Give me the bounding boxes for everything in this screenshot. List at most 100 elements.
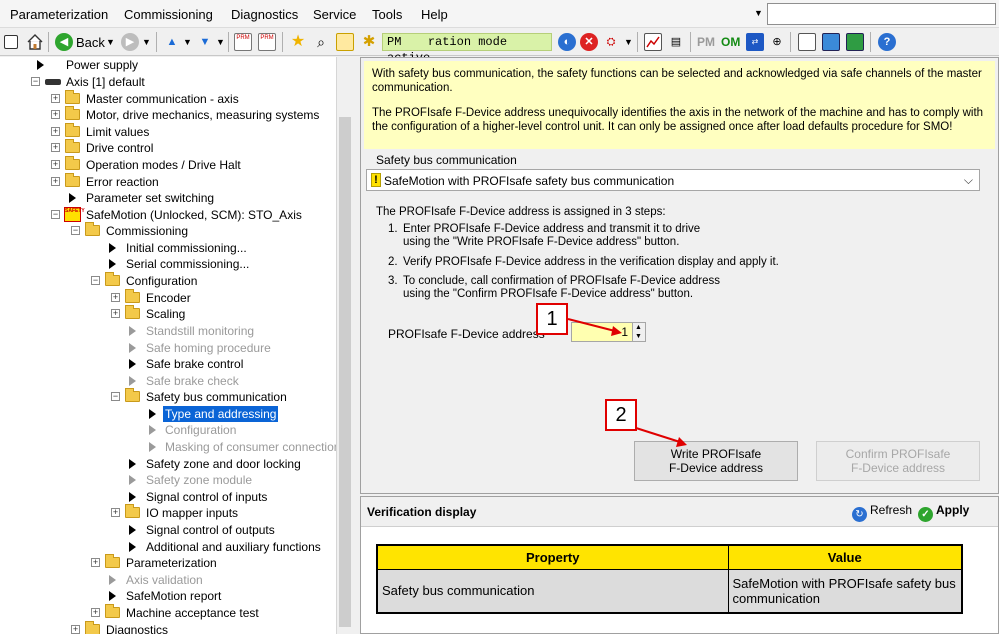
f-device-address-input[interactable]: 1 — [571, 322, 633, 342]
menubar: Parameterization Commissioning Diagnosti… — [0, 0, 999, 28]
folder-icon — [125, 305, 140, 319]
binoculars-icon[interactable]: ⌕ — [312, 33, 330, 51]
safety-bus-select[interactable]: ! SafeMotion with PROFIsafe safety bus c… — [366, 169, 980, 191]
info-paragraph-2: The PROFIsafe F-Device address unequivoc… — [372, 107, 984, 133]
table-icon[interactable] — [336, 33, 354, 51]
network-icon[interactable]: ⇄ — [746, 33, 764, 51]
folder-icon — [105, 554, 120, 568]
device-icon[interactable]: ⛭ — [602, 33, 620, 51]
down-arrow-icon[interactable]: ▼ — [196, 33, 214, 51]
up-arrow-icon[interactable]: ▲ — [163, 33, 181, 51]
callout-2: 2 — [605, 399, 637, 431]
layout-icon[interactable] — [822, 33, 840, 51]
folder-icon — [65, 139, 80, 153]
f-device-address-stepper[interactable]: ▲ ▼ — [632, 322, 646, 342]
toolbar-separator — [870, 32, 871, 52]
forward-arrow-icon[interactable]: ▶ — [121, 33, 139, 51]
dropdown-arrow-icon[interactable]: ▼ — [754, 8, 763, 18]
table-header-row: Property Value — [376, 544, 963, 570]
window-icon[interactable] — [4, 35, 18, 49]
back-button[interactable]: Back — [76, 35, 105, 50]
parameter-save-icon[interactable]: PRM — [258, 33, 276, 51]
property-cell: Safety bus communication — [376, 568, 729, 614]
settings-star-icon[interactable]: ✱ — [360, 33, 378, 51]
forward-dropdown-icon[interactable]: ▼ — [142, 37, 151, 47]
printer-icon[interactable]: ▤ — [667, 33, 685, 51]
apply-button[interactable]: ✓ Apply — [918, 503, 969, 522]
safety-bus-selected-value: SafeMotion with PROFIsafe safety bus com… — [384, 174, 675, 188]
safety-badge-icon: SAFETY — [64, 207, 85, 222]
folder-icon — [85, 621, 100, 634]
folder-icon — [65, 156, 80, 170]
callout-1: 1 — [536, 303, 568, 335]
down-dropdown-icon[interactable]: ▼ — [216, 37, 225, 47]
folder-icon — [125, 504, 140, 518]
menu-help[interactable]: Help — [421, 7, 448, 22]
toolbar-separator — [282, 32, 283, 52]
parameter-file-icon[interactable]: PRM — [234, 33, 252, 51]
warning-icon: ! — [371, 173, 381, 187]
stop-icon[interactable]: ✕ — [580, 33, 598, 51]
folder-open-icon — [85, 222, 100, 236]
toolbar-separator — [690, 32, 691, 52]
refresh-button[interactable]: ↻ Refresh — [852, 503, 912, 522]
toolbar-separator — [637, 32, 638, 52]
tree-scrollbar[interactable] — [336, 57, 352, 634]
folder-icon — [65, 173, 80, 187]
chart-icon[interactable] — [644, 33, 662, 51]
column-header-property: Property — [376, 544, 729, 570]
operation-mode-indicator: PM ration mode active — [382, 33, 552, 65]
toolbar: ◀ Back ▼ ▶ ▼ ▲ ▼ ▼ ▼ PRM PRM ★ ⌕ ✱ PM ra… — [0, 28, 999, 65]
column-header-value: Value — [727, 544, 963, 570]
write-f-device-address-button[interactable]: Write PROFIsafe F-Device address — [634, 441, 798, 481]
menu-parameterization[interactable]: Parameterization — [10, 7, 108, 22]
table-row: Safety bus communication SafeMotion with… — [376, 568, 963, 614]
toolbar-separator — [48, 32, 49, 52]
export-icon[interactable] — [846, 33, 864, 51]
help-icon[interactable]: ? — [878, 33, 896, 51]
folder-icon — [105, 604, 120, 618]
confirm-f-device-address-button[interactable]: Confirm PROFIsafe F-Device address — [816, 441, 980, 481]
menu-service[interactable]: Service — [313, 7, 356, 22]
verification-title: Verification display — [367, 505, 477, 519]
device-dropdown-icon[interactable]: ▼ — [624, 37, 633, 47]
mode-prefix: PM — [387, 35, 402, 49]
refresh-icon: ↻ — [852, 507, 867, 522]
window-list-icon[interactable] — [798, 33, 816, 51]
menu-diagnostics[interactable]: Diagnostics — [231, 7, 298, 22]
spin-up-icon: ▲ — [635, 324, 642, 331]
operating-mode-button[interactable]: OM — [721, 35, 740, 49]
verification-header: Verification display ↻ Refresh ✓ Apply — [361, 497, 998, 527]
home-icon[interactable] — [26, 33, 44, 51]
value-cell: SafeMotion with PROFIsafe safety bus com… — [727, 568, 963, 614]
folder-open-icon — [105, 272, 120, 286]
steps-intro: The PROFIsafe F-Device address is assign… — [376, 206, 666, 218]
toolbar-separator — [156, 32, 157, 52]
axis-icon — [45, 79, 61, 85]
info-box: With safety bus communication, the safet… — [364, 61, 995, 149]
folder-icon — [65, 106, 80, 120]
safety-bus-label: Safety bus communication — [376, 153, 517, 167]
search-input[interactable] — [767, 3, 996, 25]
checkmark-icon: ✓ — [918, 507, 933, 522]
folder-icon — [125, 289, 140, 303]
tree-scrollbar-thumb[interactable] — [339, 117, 351, 627]
spin-down-icon: ▼ — [635, 333, 642, 340]
folder-icon — [65, 90, 80, 104]
back-arrow-icon[interactable]: ◀ — [55, 33, 73, 51]
collapse-icon: − — [31, 76, 40, 86]
chevron-down-icon[interactable]: ⌵ — [964, 173, 973, 188]
up-dropdown-icon[interactable]: ▼ — [183, 37, 192, 47]
info-paragraph-1: With safety bus communication, the safet… — [372, 68, 982, 94]
verification-table: Property Value Safety bus communication … — [376, 544, 963, 614]
globe-icon[interactable]: ◐ — [558, 33, 576, 51]
parameter-mode-button[interactable]: PM — [697, 35, 715, 49]
menu-tools[interactable]: Tools — [372, 7, 402, 22]
connect-icon[interactable]: ⊕ — [768, 33, 786, 51]
favorites-star-icon[interactable]: ★ — [289, 33, 307, 51]
navigation-tree: Power supply − Axis [1] default + Master… — [0, 57, 352, 634]
menu-commissioning[interactable]: Commissioning — [124, 7, 213, 22]
back-dropdown-icon[interactable]: ▼ — [106, 37, 115, 47]
folder-open-icon — [125, 388, 140, 402]
toolbar-separator — [790, 32, 791, 52]
